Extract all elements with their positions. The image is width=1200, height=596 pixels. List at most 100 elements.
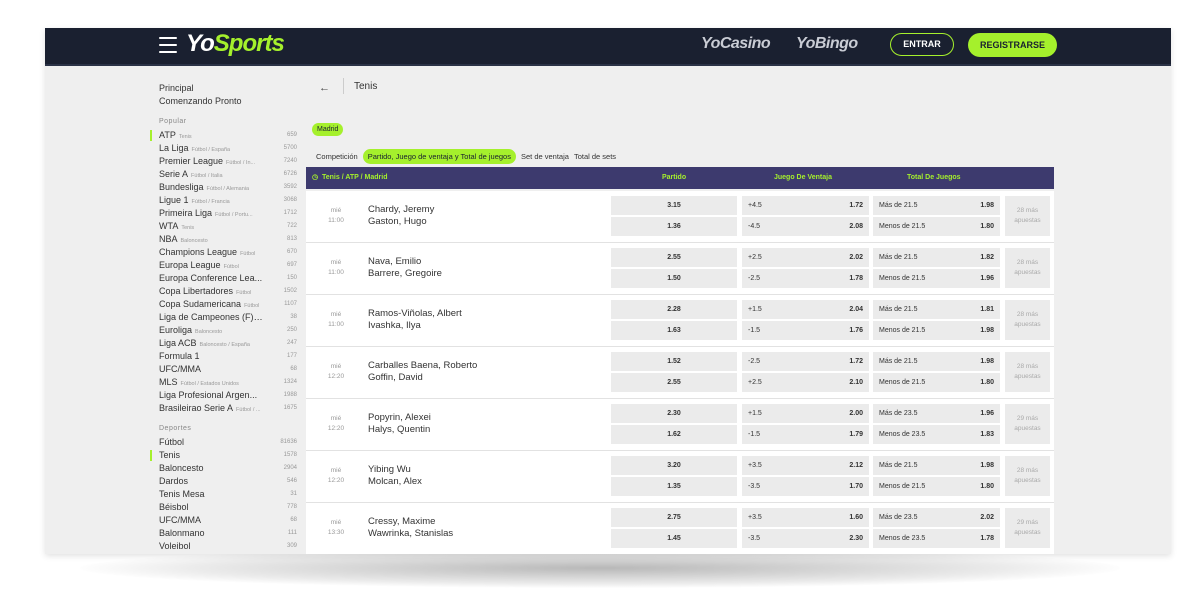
handicap-odds-1[interactable]: +1.5 2.00: [742, 404, 869, 423]
sidebar-popular-item[interactable]: UFC/MMA 68: [159, 363, 297, 376]
player-1[interactable]: Carballes Baena, Roberto: [368, 360, 477, 371]
total-over-odds[interactable]: Más de 21.5 1.98: [873, 456, 1000, 475]
sidebar-popular-item[interactable]: Ligue 1 Fútbol / Francia 3068: [159, 194, 297, 207]
sidebar-popular-item[interactable]: Brasileirao Serie A Fútbol / ... 1675: [159, 402, 297, 415]
odds-player-1[interactable]: 2.28: [611, 300, 737, 319]
odds-player-2[interactable]: 1.35: [611, 477, 737, 496]
odds-player-1[interactable]: 3.20: [611, 456, 737, 475]
match-row[interactable]: mié 12:20 Popyrin, Alexei Halys, Quentin 2.3…: [306, 399, 1054, 451]
total-under-odds[interactable]: Menos de 21.5 1.80: [873, 217, 1000, 236]
more-bets-button[interactable]: 28 más apuestas: [1005, 196, 1050, 236]
handicap-odds-2[interactable]: -2.5 1.78: [742, 269, 869, 288]
sidebar-popular-item[interactable]: WTA Tenis 722: [159, 220, 297, 233]
register-button[interactable]: REGISTRARSE: [968, 33, 1057, 57]
sidebar-sport-item[interactable]: UFC/MMA 68: [159, 514, 297, 527]
tab-market[interactable]: Set de ventaja: [521, 149, 569, 164]
odds-player-1[interactable]: 3.15: [611, 196, 737, 215]
player-1[interactable]: Ramos-Viñolas, Albert: [368, 308, 462, 319]
sidebar-popular-item[interactable]: Copa Sudamericana Fútbol 1107: [159, 298, 297, 311]
player-1[interactable]: Nava, Emilio: [368, 256, 421, 267]
odds-player-1[interactable]: 2.75: [611, 508, 737, 527]
player-1[interactable]: Popyrin, Alexei: [368, 412, 431, 423]
sidebar-popular-item[interactable]: Bundesliga Fútbol / Alemania 3592: [159, 181, 297, 194]
handicap-odds-2[interactable]: -1.5 1.76: [742, 321, 869, 340]
sidebar-popular-item[interactable]: Europa Conference Lea... 150: [159, 272, 297, 285]
handicap-odds-2[interactable]: -3.5 1.70: [742, 477, 869, 496]
login-button[interactable]: ENTRAR: [890, 33, 954, 56]
total-under-odds[interactable]: Menos de 21.5 1.96: [873, 269, 1000, 288]
match-row[interactable]: mié 11:00 Ramos-Viñolas, Albert Ivashka, Il…: [306, 295, 1054, 347]
handicap-odds-1[interactable]: +1.5 2.04: [742, 300, 869, 319]
menu-icon[interactable]: [159, 37, 177, 53]
odds-player-2[interactable]: 1.45: [611, 529, 737, 548]
total-over-odds[interactable]: Más de 21.5 1.98: [873, 196, 1000, 215]
total-over-odds[interactable]: Más de 21.5 1.81: [873, 300, 1000, 319]
odds-player-1[interactable]: 2.30: [611, 404, 737, 423]
sidebar-popular-item[interactable]: Liga de Campeones (F) Fú... 38: [159, 311, 297, 324]
more-bets-button[interactable]: 28 más apuestas: [1005, 456, 1050, 496]
tab-market[interactable]: Partido, Juego de ventaja y Total de jue…: [362, 149, 516, 164]
player-2[interactable]: Goffin, David: [368, 372, 423, 383]
odds-player-2[interactable]: 1.36: [611, 217, 737, 236]
match-row[interactable]: mié 12:20 Carballes Baena, Roberto Goffin, …: [306, 347, 1054, 399]
sidebar-sport-item[interactable]: Fútbol 81636: [159, 436, 297, 449]
sidebar-popular-item[interactable]: Liga Profesional Argen... 1988: [159, 389, 297, 402]
total-over-odds[interactable]: Más de 21.5 1.98: [873, 352, 1000, 371]
match-row[interactable]: mié 11:00 Nava, Emilio Barrere, Gregoire 2.5…: [306, 243, 1054, 295]
sidebar-sport-item[interactable]: Baloncesto 2904: [159, 462, 297, 475]
yocasino-link[interactable]: YoCasino: [701, 35, 771, 53]
sidebar-sport-item[interactable]: Balonmano 111: [159, 527, 297, 540]
sidebar-popular-item[interactable]: Primeira Liga Fútbol / Portu... 1712: [159, 207, 297, 220]
sidebar-popular-item[interactable]: Europa League Fútbol 697: [159, 259, 297, 272]
player-2[interactable]: Wawrinka, Stanislas: [368, 528, 453, 539]
sidebar-sport-item[interactable]: Tenis 1578: [150, 449, 297, 462]
tab-market[interactable]: Total de sets: [574, 149, 616, 164]
player-1[interactable]: Cressy, Maxime: [368, 516, 435, 527]
yosports-logo[interactable]: YoSports: [186, 30, 285, 58]
sidebar-sport-item[interactable]: Tenis Mesa 31: [159, 488, 297, 501]
filter-chip-madrid[interactable]: Madrid: [312, 123, 344, 136]
match-row[interactable]: mié 11:00 Chardy, Jeremy Gaston, Hugo 3.15 1.…: [306, 191, 1054, 243]
sidebar-popular-item[interactable]: Formula 1 177: [159, 350, 297, 363]
sidebar-popular-item[interactable]: NBA Baloncesto 813: [159, 233, 297, 246]
total-under-odds[interactable]: Menos de 21.5 1.80: [873, 373, 1000, 392]
total-under-odds[interactable]: Menos de 23.5 1.78: [873, 529, 1000, 548]
player-1[interactable]: Yibing Wu: [368, 464, 411, 475]
sidebar-popular-item[interactable]: Liga ACB Baloncesto / España 247: [159, 337, 297, 350]
yobingo-link[interactable]: YoBingo: [796, 35, 858, 53]
sidebar-popular-item[interactable]: Serie A Fútbol / Italia 6726: [159, 168, 297, 181]
match-row[interactable]: mié 13:30 Cressy, Maxime Wawrinka, Stanisla…: [306, 503, 1054, 554]
odds-player-1[interactable]: 1.52: [611, 352, 737, 371]
player-2[interactable]: Gaston, Hugo: [368, 216, 427, 227]
sidebar-popular-item[interactable]: Champions League Fútbol 670: [159, 246, 297, 259]
odds-player-2[interactable]: 2.55: [611, 373, 737, 392]
sidebar-popular-item[interactable]: MLS Fútbol / Estados Unidos 1324: [159, 376, 297, 389]
sidebar-popular-item[interactable]: Copa Libertadores Fútbol 1502: [159, 285, 297, 298]
handicap-odds-2[interactable]: -3.5 2.30: [742, 529, 869, 548]
sidebar-sport-item[interactable]: Voleibol 309: [159, 540, 297, 553]
handicap-odds-1[interactable]: +4.5 1.72: [742, 196, 869, 215]
player-2[interactable]: Molcan, Alex: [368, 476, 422, 487]
more-bets-button[interactable]: 28 más apuestas: [1005, 352, 1050, 392]
more-bets-button[interactable]: 29 más apuestas: [1005, 508, 1050, 548]
handicap-odds-1[interactable]: -2.5 1.72: [742, 352, 869, 371]
odds-player-2[interactable]: 1.50: [611, 269, 737, 288]
odds-player-2[interactable]: 1.62: [611, 425, 737, 444]
sidebar-sport-item[interactable]: Béisbol 778: [159, 501, 297, 514]
total-over-odds[interactable]: Más de 23.5 1.96: [873, 404, 1000, 423]
sidebar-popular-item[interactable]: Euroliga Baloncesto 250: [159, 324, 297, 337]
player-1[interactable]: Chardy, Jeremy: [368, 204, 434, 215]
player-2[interactable]: Ivashka, Ilya: [368, 320, 421, 331]
tab-market[interactable]: Competición: [316, 149, 358, 164]
odds-player-2[interactable]: 1.63: [611, 321, 737, 340]
sidebar-popular-item[interactable]: ATP Tenis 659: [150, 129, 297, 142]
handicap-odds-1[interactable]: +3.5 1.60: [742, 508, 869, 527]
sidebar-link[interactable]: Principal: [159, 82, 297, 95]
sidebar-link[interactable]: Comenzando Pronto: [159, 95, 297, 108]
sidebar-sport-item[interactable]: Dardos 546: [159, 475, 297, 488]
handicap-odds-2[interactable]: +2.5 2.10: [742, 373, 869, 392]
back-arrow-icon[interactable]: ←: [319, 82, 330, 94]
player-2[interactable]: Barrere, Gregoire: [368, 268, 442, 279]
handicap-odds-1[interactable]: +2.5 2.02: [742, 248, 869, 267]
sidebar-popular-item[interactable]: La Liga Fútbol / España 5700: [159, 142, 297, 155]
